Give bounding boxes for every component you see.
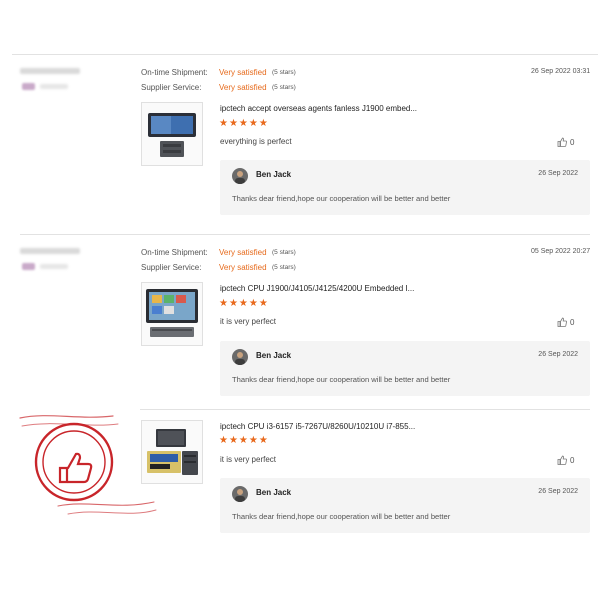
product-thumbnail[interactable] bbox=[141, 102, 203, 166]
like-button[interactable]: 0 bbox=[557, 137, 574, 147]
reply-date: 26 Sep 2022 bbox=[538, 488, 578, 495]
review-date: 26 Sep 2022 03:31 bbox=[531, 68, 591, 75]
review-comment: everything is perfect bbox=[220, 137, 292, 146]
product-title-link[interactable]: ipctech CPU J1900/J4105/J4125/4200U Embe… bbox=[220, 284, 414, 293]
product-title-link[interactable]: ipctech accept overseas agents fanless J… bbox=[220, 104, 417, 113]
product-title-link[interactable]: ipctech CPU i3-6157 i5-7267U/8260U/10210… bbox=[220, 422, 415, 431]
shipment-value: Very satisfied bbox=[219, 68, 267, 77]
blurred-avatar bbox=[22, 263, 35, 270]
reply-date: 26 Sep 2022 bbox=[538, 170, 578, 177]
shipment-label: On-time Shipment: bbox=[141, 248, 208, 257]
blurred-username bbox=[20, 68, 80, 74]
blurred-country bbox=[40, 264, 68, 269]
shipment-label: On-time Shipment: bbox=[141, 68, 208, 77]
like-count: 0 bbox=[570, 137, 575, 147]
service-value: Very satisfied bbox=[219, 83, 267, 92]
review-comment: it is very perfect bbox=[220, 455, 277, 464]
review-divider bbox=[140, 409, 590, 410]
reply-text: Thanks dear friend,hope our cooperation … bbox=[232, 375, 451, 384]
service-stars: (5 stars) bbox=[272, 264, 296, 271]
seller-avatar bbox=[232, 349, 248, 365]
seller-name: Ben Jack bbox=[256, 488, 292, 497]
rating-stars: ★★★★★ bbox=[219, 298, 269, 309]
blurred-avatar bbox=[22, 83, 35, 90]
review-comment: it is very perfect bbox=[220, 317, 277, 326]
review-divider bbox=[20, 234, 590, 235]
like-count: 0 bbox=[570, 317, 575, 327]
service-label: Supplier Service: bbox=[141, 83, 202, 92]
rating-stars: ★★★★★ bbox=[219, 435, 269, 446]
thumbs-up-icon bbox=[557, 455, 567, 465]
reply-text: Thanks dear friend,hope our cooperation … bbox=[232, 194, 451, 203]
seller-reply: Ben Jack 26 Sep 2022 Thanks dear friend,… bbox=[220, 341, 590, 396]
shipment-value: Very satisfied bbox=[219, 248, 267, 257]
service-value: Very satisfied bbox=[219, 263, 267, 272]
service-stars: (5 stars) bbox=[272, 84, 296, 91]
rating-stars: ★★★★★ bbox=[219, 118, 269, 129]
product-thumbnail[interactable] bbox=[141, 282, 203, 346]
shipment-stars: (5 stars) bbox=[272, 249, 296, 256]
blurred-username bbox=[20, 248, 80, 254]
service-label: Supplier Service: bbox=[141, 263, 202, 272]
seller-name: Ben Jack bbox=[256, 351, 292, 360]
shipment-stars: (5 stars) bbox=[272, 69, 296, 76]
review-date: 05 Sep 2022 20:27 bbox=[531, 248, 591, 255]
top-divider bbox=[12, 54, 598, 55]
reply-text: Thanks dear friend,hope our cooperation … bbox=[232, 512, 451, 521]
seller-reply: Ben Jack 26 Sep 2022 Thanks dear friend,… bbox=[220, 160, 590, 215]
seller-avatar bbox=[232, 168, 248, 184]
thumbs-up-stamp-icon bbox=[18, 410, 158, 520]
like-count: 0 bbox=[570, 455, 575, 465]
blurred-country bbox=[40, 84, 68, 89]
reply-date: 26 Sep 2022 bbox=[538, 351, 578, 358]
thumbs-up-icon bbox=[557, 137, 567, 147]
like-button[interactable]: 0 bbox=[557, 455, 574, 465]
seller-name: Ben Jack bbox=[256, 170, 292, 179]
seller-reply: Ben Jack 26 Sep 2022 Thanks dear friend,… bbox=[220, 478, 590, 533]
thumbs-up-icon bbox=[557, 317, 567, 327]
seller-avatar bbox=[232, 486, 248, 502]
like-button[interactable]: 0 bbox=[557, 317, 574, 327]
